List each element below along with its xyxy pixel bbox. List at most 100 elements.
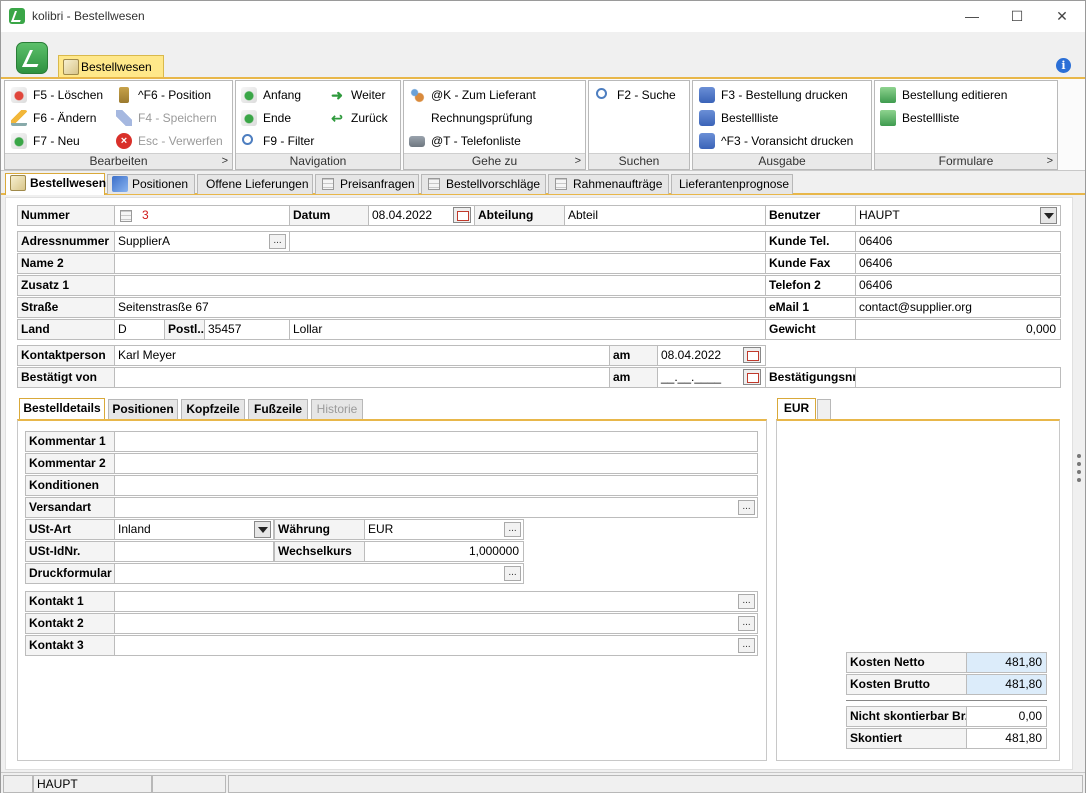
list-icon[interactable] [120,210,132,222]
minimize-button[interactable]: — [949,1,995,32]
forward-arrow-icon: ➜ [331,87,343,103]
new-button[interactable]: F7 - Neu [11,132,80,150]
edit-icon [10,175,26,191]
first-record-button[interactable]: Anfang [241,86,301,104]
browse-button[interactable]: ... [738,500,755,515]
versandart-field[interactable] [114,497,758,518]
browse-button[interactable]: ... [269,234,286,249]
bestaetigungsnr-field[interactable] [855,367,1061,388]
kontakt3-field[interactable] [114,635,758,656]
wechselkurs-field[interactable]: 1,000000 [364,541,524,562]
window-title: kolibri - Bestellwesen [32,9,145,23]
ort-field[interactable]: Lollar [289,319,766,340]
search-button[interactable]: F2 - Suche [595,86,676,104]
ust-art-select[interactable]: Inland [114,519,274,540]
save-button[interactable]: F4 - Speichern [116,109,217,127]
maximize-button[interactable]: ☐ [994,1,1040,32]
last-record-button[interactable]: Ende [241,109,291,127]
status-bar: HAUPT [1,772,1085,793]
tab-bestellwesen[interactable]: Bestellwesen [5,173,106,195]
name1-field[interactable] [289,231,766,252]
printer-icon [699,110,715,126]
calendar-icon[interactable] [453,207,471,223]
position-button[interactable]: ^F6 - Position [116,86,211,104]
land-field[interactable]: D [114,319,165,340]
invoice-check-button[interactable]: Rechnungsprüfung [409,109,532,127]
list-icon [322,178,334,190]
group-expand-icon[interactable]: > [222,154,228,169]
nummer-field[interactable]: 3 [114,205,290,226]
telefon2-field[interactable]: 06406 [855,275,1061,296]
chevron-down-icon[interactable] [1040,207,1057,224]
edit-order-form-button[interactable]: Bestellung editieren [880,86,1007,104]
phone-list-button[interactable]: @T - Telefonliste [409,132,521,150]
browse-button[interactable]: ... [504,566,521,581]
kunde-fax-field[interactable]: 06406 [855,253,1061,274]
splitter-grip-icon[interactable] [1077,462,1081,466]
app-menu-button[interactable] [16,42,48,74]
filter-button[interactable]: F9 - Filter [241,132,314,150]
next-button[interactable]: ➜ Weiter [329,86,385,104]
bestaetigt-von-field[interactable] [114,367,610,388]
chevron-down-icon[interactable] [254,521,271,538]
konditionen-field[interactable] [114,475,758,496]
plz-field[interactable]: 35457 [204,319,290,340]
kunde-tel-field[interactable]: 06406 [855,231,1061,252]
tab-currency-empty[interactable] [817,399,831,419]
tab-historie[interactable]: Historie [311,399,363,419]
close-button[interactable]: ✕ [1039,1,1085,32]
kontakt1-field[interactable] [114,591,758,612]
calendar-icon[interactable] [743,369,761,385]
waehrung-field[interactable]: EUR [364,519,524,540]
tab-rahmenauftraege[interactable]: Rahmenaufträge [548,174,669,194]
tab-bestellvorschlaege[interactable]: Bestellvorschläge [421,174,546,194]
print-order-button[interactable]: F3 - Bestellung drucken [699,86,848,104]
kontakt2-field[interactable] [114,613,758,634]
tab-preisanfragen[interactable]: Preisanfragen [315,174,419,194]
calendar-icon[interactable] [743,347,761,363]
adressnummer-field[interactable]: SupplierA [114,231,290,252]
kommentar2-field[interactable] [114,453,758,474]
order-list-button[interactable]: Bestellliste [699,109,778,127]
abteilung-label: Abteilung [474,205,565,226]
kommentar1-field[interactable] [114,431,758,452]
tab-kopfzeile[interactable]: Kopfzeile [181,399,245,419]
change-button[interactable]: F6 - Ändern [11,109,96,127]
order-list-form-button[interactable]: Bestellliste [880,109,959,127]
tab-lieferantenprognose[interactable]: Lieferantenprognose [671,174,793,194]
tab-currency-eur[interactable]: EUR [777,398,816,419]
email1-field[interactable]: contact@supplier.org [855,297,1061,318]
tab-fusszeile[interactable]: Fußzeile [248,399,308,419]
benutzer-select[interactable]: HAUPT [855,205,1061,226]
abteilung-field[interactable]: Abteil [564,205,766,226]
group-expand-icon[interactable]: > [575,154,581,169]
ribbon-group-caption: Navigation [236,153,400,169]
tab-offene-lieferungen[interactable]: Offene Lieferungen [197,174,313,194]
splitter-grip-icon[interactable] [1077,470,1081,474]
info-icon[interactable]: i [1056,58,1071,73]
strasse-field[interactable]: Seitenstrasße 67 [114,297,766,318]
zusatz1-field[interactable] [114,275,766,296]
back-arrow-icon: ↩ [331,110,343,126]
druckformular-field[interactable] [114,563,524,584]
back-button[interactable]: ↩ Zurück [329,109,388,127]
print-preview-button[interactable]: ^F3 - Voransicht drucken [699,132,853,150]
group-expand-icon[interactable]: > [1047,154,1053,169]
tab-bestelldetails[interactable]: Bestelldetails [19,398,105,419]
goto-supplier-button[interactable]: @K - Zum Lieferant [409,86,536,104]
browse-button[interactable]: ... [504,522,521,537]
browse-button[interactable]: ... [738,616,755,631]
name2-field[interactable] [114,253,766,274]
browse-button[interactable]: ... [738,594,755,609]
gewicht-field[interactable]: 0,000 [855,319,1061,340]
ribbon-tab-bestellwesen[interactable]: Bestellwesen [58,55,164,77]
tab-positionen[interactable]: Positionen [107,174,195,194]
browse-button[interactable]: ... [738,638,755,653]
kontaktperson-field[interactable]: Karl Meyer [114,345,610,366]
tab-positionen-detail[interactable]: Positionen [108,399,178,419]
discard-button[interactable]: × Esc - Verwerfen [116,132,223,150]
delete-button[interactable]: F5 - Löschen [11,86,103,104]
splitter-grip-icon[interactable] [1077,478,1081,482]
ust-idnr-field[interactable] [114,541,274,562]
splitter-grip-icon[interactable] [1077,454,1081,458]
